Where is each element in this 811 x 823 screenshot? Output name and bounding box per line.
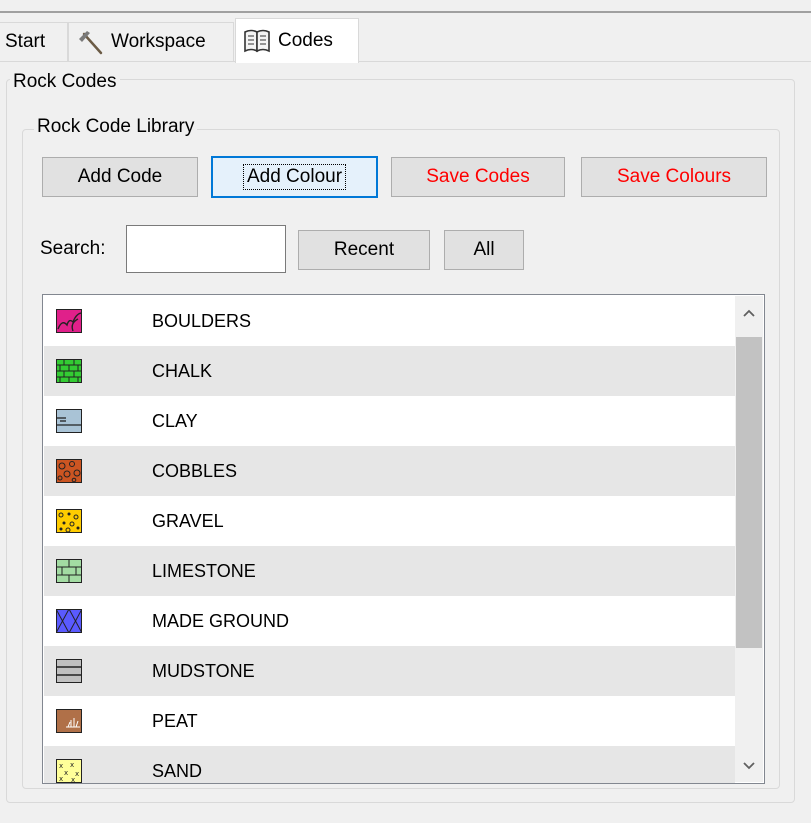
- list-item-label: CHALK: [152, 360, 213, 381]
- book-icon: [242, 27, 272, 55]
- list-scrollbar[interactable]: [735, 296, 763, 782]
- rock-code-list[interactable]: BOULDERS CHALK CLAY COBBLES GRAVEL LIMES…: [42, 294, 765, 784]
- recent-button[interactable]: Recent: [298, 230, 430, 270]
- tab-codes-label: Codes: [278, 30, 333, 51]
- list-item-made-ground[interactable]: MADE GROUND: [44, 596, 735, 646]
- hammer-icon: [75, 27, 105, 57]
- svg-text:x: x: [59, 762, 63, 770]
- rock-codes-title: Rock Codes: [10, 71, 120, 93]
- add-code-button-label: Add Code: [77, 166, 163, 187]
- recent-button-label: Recent: [333, 239, 395, 260]
- tab-codes[interactable]: Codes: [235, 18, 359, 63]
- list-item-peat[interactable]: PEAT: [44, 696, 735, 746]
- tab-workspace-label: Workspace: [111, 31, 206, 52]
- limestone-pattern-icon: [56, 559, 82, 583]
- add-code-button[interactable]: Add Code: [42, 157, 198, 197]
- scroll-down-arrow[interactable]: [735, 751, 763, 781]
- tab-workspace[interactable]: Workspace: [68, 22, 234, 61]
- list-item-label: MUDSTONE: [152, 660, 255, 681]
- chevron-down-icon: [743, 762, 755, 770]
- tab-start-label: Start: [5, 31, 46, 52]
- all-button[interactable]: All: [444, 230, 524, 270]
- gravel-pattern-icon: [56, 509, 82, 533]
- list-item-label: GRAVEL: [152, 510, 224, 531]
- add-colour-button-label: Add Colour: [242, 164, 347, 190]
- list-item-mudstone[interactable]: MUDSTONE: [44, 646, 735, 696]
- search-label: Search:: [40, 238, 106, 259]
- save-colours-button-label: Save Colours: [616, 166, 732, 187]
- search-input[interactable]: [126, 225, 286, 273]
- list-item-label: COBBLES: [152, 460, 238, 481]
- svg-text:x: x: [71, 776, 75, 783]
- window-top-border: [0, 11, 811, 13]
- list-item-limestone[interactable]: LIMESTONE: [44, 546, 735, 596]
- list-item-label: PEAT: [152, 710, 198, 731]
- save-codes-button[interactable]: Save Codes: [391, 157, 565, 197]
- list-item-gravel[interactable]: GRAVEL: [44, 496, 735, 546]
- list-item-clay[interactable]: CLAY: [44, 396, 735, 446]
- sand-pattern-icon: x x x x x x: [56, 759, 82, 783]
- list-item-label: CLAY: [152, 410, 198, 431]
- svg-text:x: x: [75, 770, 79, 778]
- list-item-cobbles[interactable]: COBBLES: [44, 446, 735, 496]
- boulders-pattern-icon: [56, 309, 82, 333]
- tab-bar-divider: [0, 61, 811, 62]
- list-item-label: LIMESTONE: [152, 560, 256, 581]
- chalk-pattern-icon: [56, 359, 82, 383]
- svg-text:x: x: [59, 775, 63, 783]
- all-button-label: All: [473, 239, 495, 260]
- peat-pattern-icon: [56, 709, 82, 733]
- tab-bar: Start Workspace Codes: [0, 18, 811, 63]
- clay-pattern-icon: [56, 409, 82, 433]
- tab-start[interactable]: Start: [0, 22, 68, 61]
- save-codes-button-label: Save Codes: [426, 166, 530, 187]
- scroll-thumb[interactable]: [736, 337, 762, 648]
- svg-text:x: x: [70, 761, 74, 769]
- rock-code-library-title: Rock Code Library: [34, 116, 198, 138]
- list-item-boulders[interactable]: BOULDERS: [44, 296, 735, 346]
- mudstone-pattern-icon: [56, 659, 82, 683]
- list-item-chalk[interactable]: CHALK: [44, 346, 735, 396]
- save-colours-button[interactable]: Save Colours: [581, 157, 767, 197]
- scroll-up-arrow[interactable]: [735, 298, 763, 328]
- add-colour-button[interactable]: Add Colour: [211, 156, 378, 198]
- chevron-up-icon: [743, 309, 755, 317]
- list-item-label: SAND: [152, 760, 203, 781]
- cobbles-pattern-icon: [56, 459, 82, 483]
- made-ground-pattern-icon: [56, 609, 82, 633]
- list-item-label: BOULDERS: [152, 310, 252, 331]
- list-item-sand[interactable]: x x x x x x SAND: [44, 746, 735, 783]
- list-item-label: MADE GROUND: [152, 610, 290, 631]
- svg-text:x: x: [64, 769, 68, 777]
